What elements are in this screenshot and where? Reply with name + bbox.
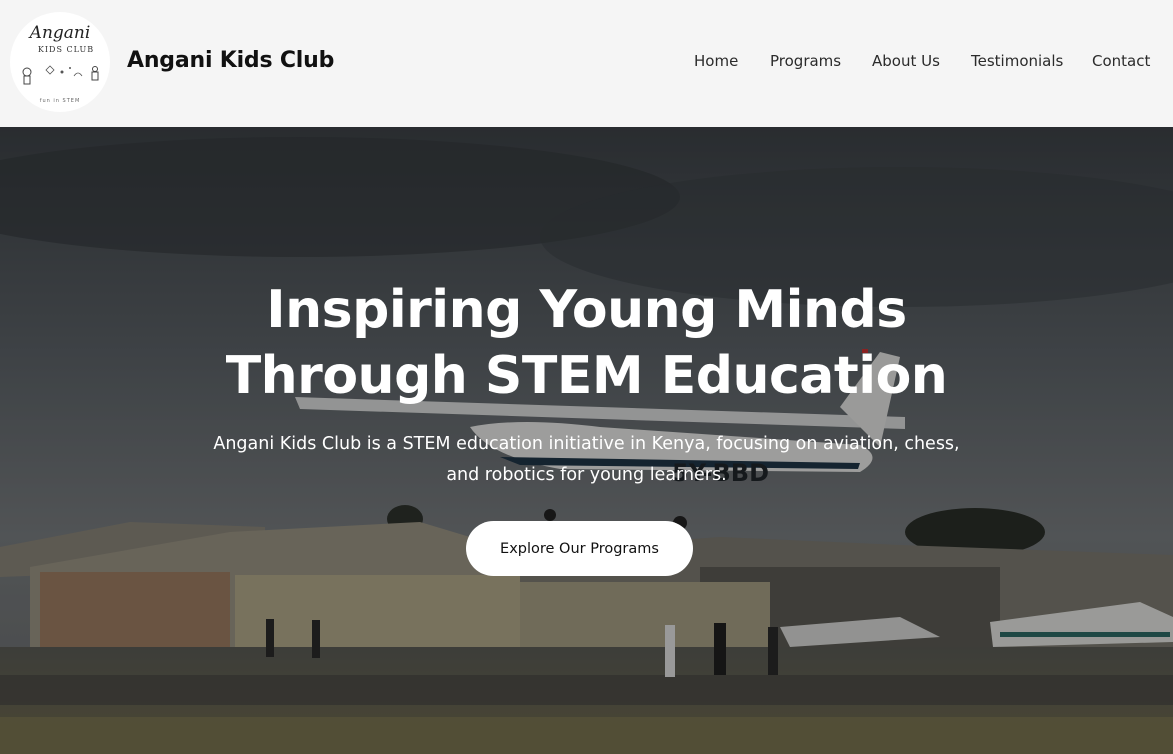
nav-home[interactable]: Home bbox=[694, 52, 738, 70]
hero-heading-line-1: Inspiring Young Minds bbox=[266, 280, 907, 340]
nav-programs[interactable]: Programs bbox=[770, 52, 841, 70]
hero-section: 5Y-BBD Inspiring Young Minds Through STE… bbox=[0, 127, 1173, 754]
site-header: Angani KIDS CLUB fun in STEM Angani Kids… bbox=[0, 0, 1173, 127]
hero-heading-line-2: Through STEM Education bbox=[225, 346, 948, 406]
explore-programs-button[interactable]: Explore Our Programs bbox=[466, 521, 693, 576]
svg-text:Angani: Angani bbox=[28, 23, 91, 43]
hero-heading: Inspiring Young Minds Through STEM Educa… bbox=[0, 277, 1173, 409]
nav-contact[interactable]: Contact bbox=[1092, 52, 1150, 70]
nav-about-us[interactable]: About Us bbox=[872, 52, 940, 70]
main-nav: Home Programs About Us Testimonials Cont… bbox=[0, 52, 1173, 74]
nav-testimonials[interactable]: Testimonials bbox=[971, 52, 1063, 70]
hero-description: Angani Kids Club is a STEM education ini… bbox=[213, 434, 960, 485]
svg-text:fun in STEM: fun in STEM bbox=[40, 98, 81, 104]
